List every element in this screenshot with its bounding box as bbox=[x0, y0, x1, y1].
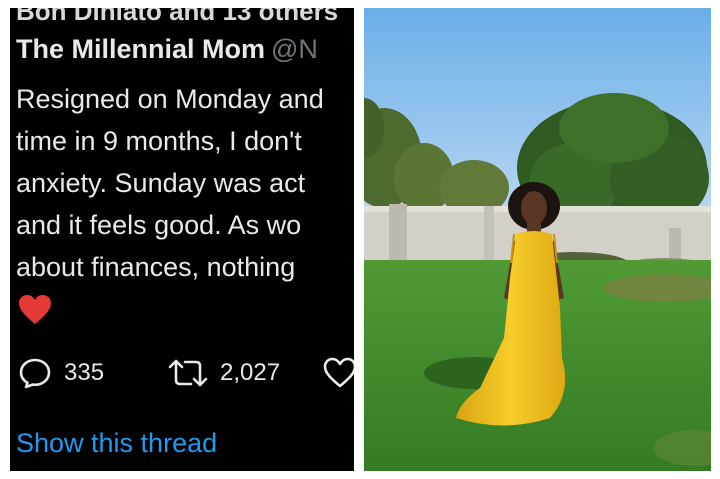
photo-image bbox=[364, 8, 711, 471]
reply-icon[interactable] bbox=[18, 356, 52, 390]
author-name[interactable]: The Millennial Mom bbox=[16, 34, 265, 64]
heart-emoji bbox=[18, 294, 52, 326]
tweet-actions: 335 2,027 bbox=[18, 356, 354, 396]
tweet-text-line: time in 9 months, I don't bbox=[16, 126, 302, 156]
tweet-text-line: Resigned on Monday and bbox=[16, 84, 324, 114]
retweet-count: 2,027 bbox=[220, 359, 281, 386]
tweet-text: Resigned on Monday and time in 9 months,… bbox=[16, 78, 354, 288]
reply-count: 335 bbox=[64, 359, 105, 386]
tweet-text-line: and it feels good. As wo bbox=[16, 210, 302, 240]
like-icon[interactable] bbox=[322, 356, 354, 390]
tweet-text-line: anxiety. Sunday was act bbox=[16, 168, 306, 198]
tweet-panel: Bon Dlhlato and 13 others The Millennial… bbox=[10, 8, 354, 471]
tweet-author-row[interactable]: The Millennial Mom @N bbox=[16, 34, 318, 65]
author-handle[interactable]: @N bbox=[271, 34, 318, 64]
photo bbox=[364, 8, 711, 471]
reply-button[interactable]: 335 bbox=[18, 356, 104, 390]
like-button[interactable] bbox=[322, 356, 354, 390]
retweet-button[interactable]: 2,027 bbox=[168, 356, 280, 390]
tweet-text-line: about finances, nothing bbox=[16, 252, 296, 282]
show-thread-link[interactable]: Show this thread bbox=[16, 428, 217, 459]
social-context-text: Bon Dlhlato and 13 others bbox=[16, 8, 339, 26]
retweet-icon[interactable] bbox=[168, 356, 208, 390]
